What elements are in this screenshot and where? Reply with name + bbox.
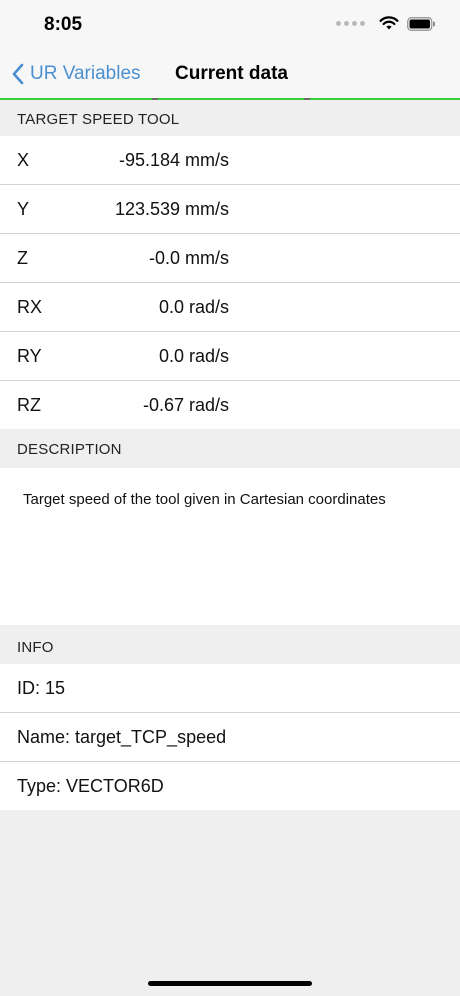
battery-icon [407, 16, 435, 31]
wifi-icon [379, 16, 399, 30]
status-bar: 8:05 [0, 0, 460, 50]
list-item: RY 0.0 rad/s [0, 332, 460, 381]
section-title: DESCRIPTION [17, 441, 122, 458]
axis-label: Z [17, 248, 28, 268]
list-item: Y 123.539 mm/s [0, 185, 460, 234]
list-item: RZ -0.67 rad/s [0, 381, 460, 429]
speed-list: X -95.184 mm/s Y 123.539 mm/s Z -0.0 mm/… [0, 136, 460, 429]
status-icons [336, 16, 436, 31]
navigation-bar: UR Variables Current data [0, 50, 460, 98]
axis-value: 0.0 rad/s [158, 346, 229, 366]
info-type: Type: VECTOR6D [17, 776, 164, 796]
axis-value: 0.0 rad/s [158, 297, 229, 317]
info-name: Name: target_TCP_speed [17, 727, 227, 747]
list-item: RX 0.0 rad/s [0, 283, 460, 332]
back-button[interactable]: UR Variables [12, 60, 141, 88]
axis-label: Y [17, 199, 30, 219]
section-header-info: INFO [0, 625, 460, 664]
section-title: INFO [17, 639, 54, 656]
info-list: ID: 15 Name: target_TCP_speed Type: VECT… [0, 664, 460, 810]
back-label: UR Variables [30, 63, 141, 84]
section-header-target-speed: TARGET SPEED TOOL [0, 100, 460, 136]
chevron-left-icon [12, 63, 24, 85]
info-id: ID: 15 [17, 678, 66, 698]
section-header-description: DESCRIPTION [0, 430, 460, 468]
axis-value: -0.67 rad/s [142, 395, 229, 415]
list-item: Type: VECTOR6D [0, 762, 460, 810]
axis-value: -95.184 mm/s [118, 150, 229, 170]
page-title: Current data [175, 63, 288, 84]
axis-label: RY [17, 346, 42, 366]
status-time: 8:05 [44, 14, 83, 35]
home-indicator[interactable] [148, 981, 312, 986]
list-item: Z -0.0 mm/s [0, 234, 460, 283]
list-item: ID: 15 [0, 664, 460, 713]
list-item: Name: target_TCP_speed [0, 713, 460, 762]
section-title: TARGET SPEED TOOL [17, 111, 180, 128]
axis-label: RX [17, 297, 43, 317]
axis-value: -0.0 mm/s [148, 248, 229, 268]
axis-label: X [17, 150, 30, 170]
axis-label: RZ [17, 395, 41, 415]
description-text: Target speed of the tool given in Cartes… [23, 491, 386, 508]
axis-value: 123.539 mm/s [114, 199, 229, 219]
description-box: Target speed of the tool given in Cartes… [0, 468, 460, 625]
list-item: X -95.184 mm/s [0, 136, 460, 185]
signal-dots-icon [336, 21, 365, 26]
